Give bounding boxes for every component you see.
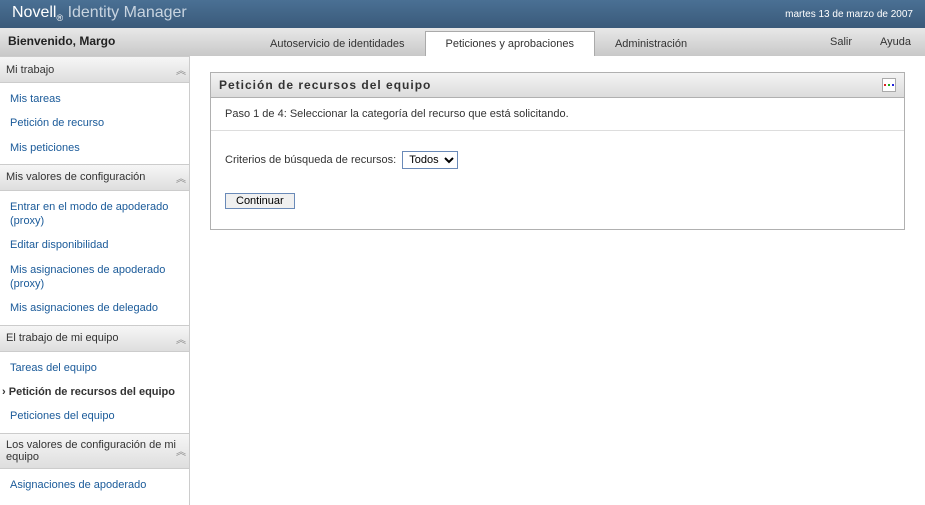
sidebar-item-peticion-recursos-equipo[interactable]: Petición de recursos del equipo xyxy=(0,380,189,404)
header-date: martes 13 de marzo de 2007 xyxy=(785,9,913,20)
criteria-row: Criterios de búsqueda de recursos: Todos xyxy=(225,151,890,169)
sidebar-section-mi-trabajo[interactable]: Mi trabajo ︽ xyxy=(0,56,189,83)
brand: Novell® Identity Manager xyxy=(12,4,187,23)
content-area: Petición de recursos del equipo Paso 1 d… xyxy=(190,56,925,505)
sidebar-section-body: Mis tareas Petición de recurso Mis petic… xyxy=(0,83,189,164)
top-links: Salir Ayuda xyxy=(816,28,925,56)
sidebar-section-body: Asignaciones de apoderado xyxy=(0,469,189,501)
sidebar-item-tareas-equipo[interactable]: Tareas del equipo xyxy=(0,356,189,380)
sidebar-section-title: Mis valores de configuración xyxy=(6,171,145,183)
main-area: Mi trabajo ︽ Mis tareas Petición de recu… xyxy=(0,56,925,505)
step-text: Paso 1 de 4: Seleccionar la categoría de… xyxy=(211,98,904,131)
brand-product: Identity Manager xyxy=(68,4,187,21)
panel-title: Petición de recursos del equipo xyxy=(219,78,431,92)
sidebar-section-body: Tareas del equipo Petición de recursos d… xyxy=(0,352,189,433)
help-link[interactable]: Ayuda xyxy=(866,30,925,54)
tab-peticiones[interactable]: Peticiones y aprobaciones xyxy=(425,31,595,56)
sidebar-item-peticion-recurso[interactable]: Petición de recurso xyxy=(0,111,189,135)
panel-header: Petición de recursos del equipo xyxy=(211,73,904,98)
main-panel: Petición de recursos del equipo Paso 1 d… xyxy=(210,72,905,230)
collapse-icon: ︽ xyxy=(176,170,183,185)
collapse-icon: ︽ xyxy=(176,62,183,77)
sidebar-section-valores-equipo[interactable]: Los valores de configuración de mi equip… xyxy=(0,433,189,469)
tab-autoservicio[interactable]: Autoservicio de identidades xyxy=(250,32,425,56)
sidebar-item-editar-disponibilidad[interactable]: Editar disponibilidad xyxy=(0,233,189,257)
sidebar-item-proxy-mode[interactable]: Entrar en el modo de apoderado (proxy) xyxy=(0,195,189,234)
sidebar-section-title: Los valores de configuración de mi equip… xyxy=(6,439,176,463)
sidebar-section-mis-valores[interactable]: Mis valores de configuración ︽ xyxy=(0,164,189,191)
brand-registered: ® xyxy=(56,14,63,24)
main-tabs: Autoservicio de identidades Peticiones y… xyxy=(250,28,816,56)
app-header: Novell® Identity Manager martes 13 de ma… xyxy=(0,0,925,28)
sidebar-section-body: Entrar en el modo de apoderado (proxy) E… xyxy=(0,191,189,325)
collapse-icon: ︽ xyxy=(176,443,183,458)
sidebar-item-mis-peticiones[interactable]: Mis peticiones xyxy=(0,136,189,160)
tab-administracion[interactable]: Administración xyxy=(595,32,707,56)
sidebar: Mi trabajo ︽ Mis tareas Petición de recu… xyxy=(0,56,190,505)
panel-body: Criterios de búsqueda de recursos: Todos… xyxy=(211,131,904,229)
brand-name: Novell xyxy=(12,4,56,21)
sidebar-item-mis-tareas[interactable]: Mis tareas xyxy=(0,87,189,111)
criteria-label: Criterios de búsqueda de recursos: xyxy=(225,154,396,166)
sidebar-item-asignaciones-apoderado[interactable]: Asignaciones de apoderado xyxy=(0,473,189,497)
continue-button[interactable]: Continuar xyxy=(225,193,295,209)
subheader: Bienvenido, Margo Autoservicio de identi… xyxy=(0,28,925,56)
welcome-text: Bienvenido, Margo xyxy=(0,28,250,56)
sidebar-item-asignaciones-proxy[interactable]: Mis asignaciones de apoderado (proxy) xyxy=(0,258,189,297)
panel-settings-icon[interactable] xyxy=(882,78,896,92)
logout-link[interactable]: Salir xyxy=(816,30,866,54)
resource-criteria-select[interactable]: Todos xyxy=(402,151,458,169)
sidebar-item-asignaciones-delegado[interactable]: Mis asignaciones de delegado xyxy=(0,296,189,320)
sidebar-section-trabajo-equipo[interactable]: El trabajo de mi equipo ︽ xyxy=(0,325,189,352)
sidebar-section-title: El trabajo de mi equipo xyxy=(6,332,119,344)
sidebar-section-title: Mi trabajo xyxy=(6,64,54,76)
sidebar-item-peticiones-equipo[interactable]: Peticiones del equipo xyxy=(0,404,189,428)
collapse-icon: ︽ xyxy=(176,331,183,346)
